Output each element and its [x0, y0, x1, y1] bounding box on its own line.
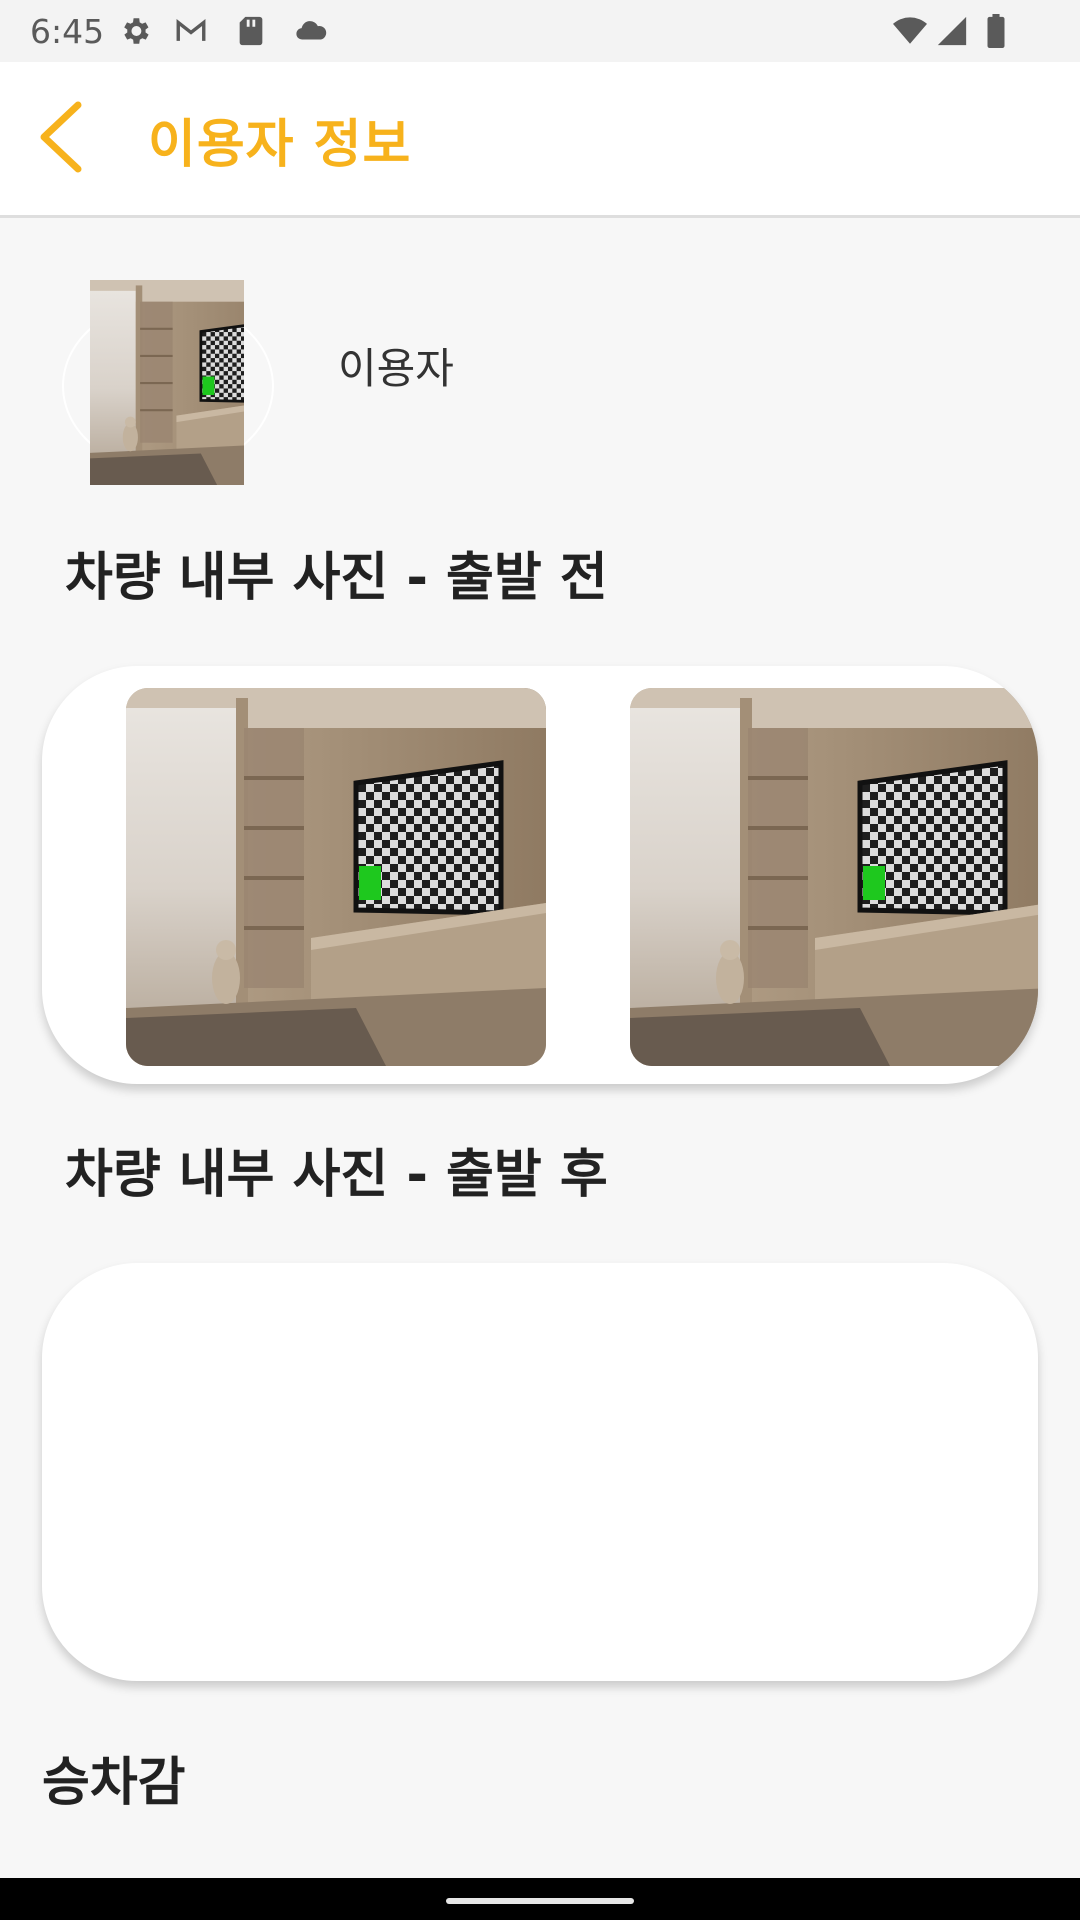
- before-photos-card[interactable]: [42, 666, 1038, 1084]
- section-title-after: 차량 내부 사진 - 출발 후: [65, 1145, 608, 1205]
- navigation-bar: [0, 1878, 1080, 1920]
- screen: 6:45 이용자 정보 이용자 차량 내부 사진 - 출발 전 차량 내부 사진…: [0, 0, 1080, 1920]
- section-title-before: 차량 내부 사진 - 출발 전: [65, 548, 608, 608]
- room-photo-2[interactable]: [630, 688, 1038, 1066]
- room-photo-1[interactable]: [126, 688, 546, 1066]
- sd-card-icon: [234, 14, 268, 48]
- gmail-icon: [174, 14, 208, 48]
- avatar: [62, 280, 274, 490]
- status-time: 6:45: [30, 12, 105, 51]
- app-bar: 이용자 정보: [0, 62, 1080, 218]
- user-label: 이용자: [338, 344, 454, 393]
- settings-icon: [118, 14, 152, 48]
- after-photos-card[interactable]: [42, 1263, 1038, 1681]
- wifi-icon: [890, 14, 930, 48]
- chevron-left-icon: [40, 101, 82, 173]
- cell-signal-icon: [934, 14, 970, 48]
- avatar-image: [90, 280, 244, 485]
- back-button[interactable]: [30, 97, 100, 177]
- battery-icon: [984, 14, 1008, 48]
- section-title-rating: 승차감: [42, 1753, 186, 1813]
- status-bar: 6:45: [0, 0, 1080, 62]
- page-title: 이용자 정보: [148, 115, 412, 175]
- cloud-icon: [292, 14, 330, 48]
- home-handle[interactable]: [446, 1898, 634, 1904]
